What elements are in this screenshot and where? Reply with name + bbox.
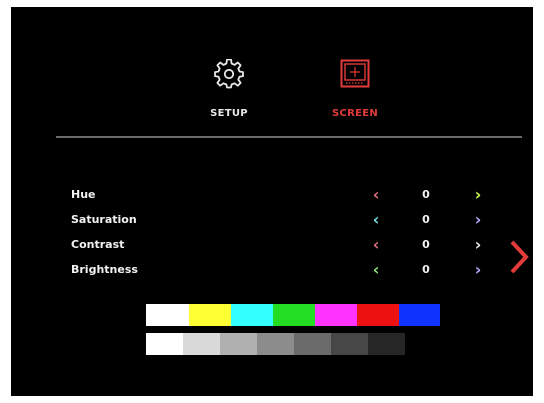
decrease-button[interactable]: ‹ (369, 260, 383, 280)
setting-value: 0 (422, 213, 430, 226)
setting-label: Hue (71, 188, 96, 201)
color-bar (357, 304, 399, 326)
color-bar (146, 304, 189, 326)
gray-bar (146, 333, 183, 355)
increase-button[interactable]: › (471, 210, 485, 230)
setting-label: Contrast (71, 238, 125, 251)
tab-setup-label: SETUP (210, 108, 248, 119)
increase-button[interactable]: › (471, 185, 485, 205)
gray-bar (183, 333, 220, 355)
decrease-button[interactable]: ‹ (369, 210, 383, 230)
gray-bar (331, 333, 368, 355)
setting-row-saturation: Saturation ‹ 0 › (11, 210, 533, 232)
gray-bar (368, 333, 405, 355)
setting-row-hue: Hue ‹ 0 › (11, 185, 533, 207)
setting-value: 0 (422, 188, 430, 201)
screen-icon (340, 59, 370, 88)
gray-bar (294, 333, 331, 355)
color-bar (189, 304, 231, 326)
color-bar (231, 304, 273, 326)
increase-button[interactable]: › (471, 260, 485, 280)
divider (56, 136, 522, 138)
gear-icon (214, 59, 244, 89)
setting-row-brightness: Brightness ‹ 0 › (11, 260, 533, 282)
decrease-button[interactable]: ‹ (369, 185, 383, 205)
setting-value: 0 (422, 238, 430, 251)
setting-label: Saturation (71, 213, 137, 226)
color-bar (273, 304, 315, 326)
tab-screen-label: SCREEN (331, 108, 379, 119)
setting-value: 0 (422, 263, 430, 276)
gray-bar (257, 333, 294, 355)
tv-screen: SETUP SCREEN Hue ‹ 0 › Saturation ‹ 0 › … (11, 7, 533, 396)
color-bar (315, 304, 357, 326)
decrease-button[interactable]: ‹ (369, 235, 383, 255)
setting-label: Brightness (71, 263, 138, 276)
color-bar (399, 304, 440, 326)
chevron-right-icon[interactable] (508, 239, 530, 275)
setting-row-contrast: Contrast ‹ 0 › (11, 235, 533, 257)
increase-button[interactable]: › (471, 235, 485, 255)
gray-bar (220, 333, 257, 355)
